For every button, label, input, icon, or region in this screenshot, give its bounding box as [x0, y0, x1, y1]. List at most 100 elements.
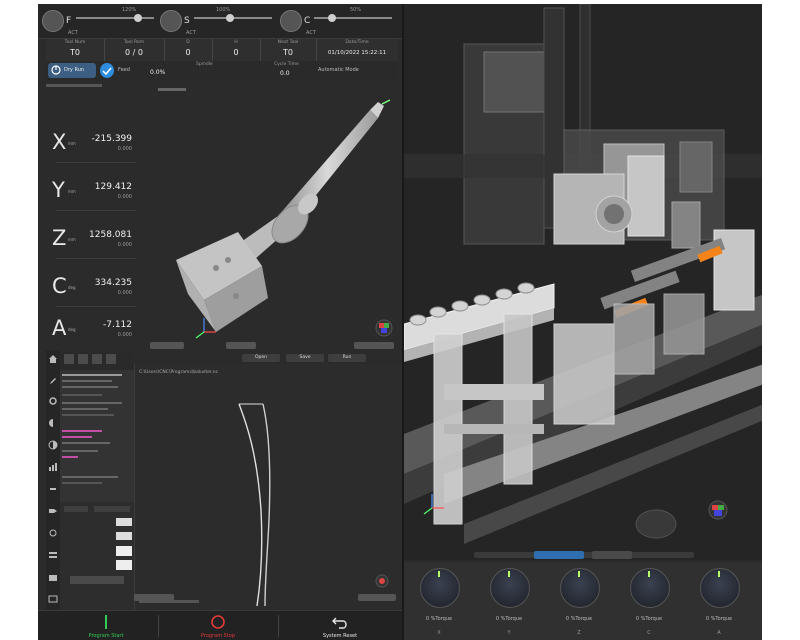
program-stop-button[interactable]: Program Stop — [178, 613, 258, 640]
system-reset-label: System Reset — [322, 633, 358, 639]
image-icon[interactable] — [48, 594, 58, 604]
contrast-icon[interactable] — [48, 440, 58, 450]
feed-override[interactable]: F 120% ACT — [42, 6, 158, 36]
feed-override-value: 120% — [122, 7, 137, 13]
override-bar: F 120% ACT S 100% ACT C 50% ACT — [38, 4, 402, 39]
axis-position: -215.399 — [91, 134, 132, 144]
system-reset-button[interactable]: System Reset — [300, 613, 380, 640]
spindle-slider-thumb[interactable] — [226, 14, 234, 22]
status-d: D 0 — [164, 39, 213, 61]
feed-knob-icon[interactable] — [42, 10, 64, 32]
part-3d-preview[interactable] — [138, 82, 402, 342]
file-browser-toolbar — [60, 350, 134, 370]
editor-tab-open[interactable]: Open — [242, 354, 280, 362]
parameter-form — [60, 502, 134, 610]
view-cube-icon[interactable] — [375, 319, 393, 337]
axis-unit: mm — [68, 189, 76, 194]
view-soft-button-3[interactable] — [354, 342, 394, 349]
torque-label: 0 %Torque — [425, 616, 453, 622]
status-row-2: Dry Run Feed 0.0% Spindle Cycle Time 0.0… — [46, 61, 398, 81]
form-field[interactable] — [116, 560, 132, 570]
axis-distance-to-go: 0.000 — [117, 194, 132, 200]
spindle-override[interactable]: S 100% ACT — [160, 6, 278, 36]
layers-icon[interactable] — [48, 550, 58, 560]
folder-nav-icon[interactable] — [64, 354, 74, 364]
edit-icon[interactable] — [48, 376, 58, 386]
torque-label: 0 %Torque — [495, 616, 523, 622]
view-cube-icon[interactable] — [708, 500, 728, 520]
torque-label: 0 %Torque — [635, 616, 663, 622]
simulation-timeline[interactable] — [474, 549, 694, 561]
toolpath-preview — [238, 403, 271, 607]
program-start-button[interactable]: Program Start — [66, 613, 146, 640]
stop-icon — [211, 615, 225, 629]
status-value: 0 — [233, 48, 239, 57]
chart-icon[interactable] — [48, 462, 58, 472]
gear-icon[interactable] — [48, 396, 58, 406]
dry-run-label: Dry Run — [64, 67, 85, 73]
coolant-knob-icon[interactable] — [280, 10, 302, 32]
axis-position: 334.235 — [94, 278, 132, 288]
speed-value: 0.0 — [280, 70, 290, 77]
axis-letter: X — [52, 130, 67, 154]
check-toggle[interactable] — [100, 63, 114, 78]
status-next-tool: Next Tool T0 — [260, 39, 317, 61]
status-h: H 0 — [212, 39, 261, 61]
machine-3d-view[interactable] — [404, 4, 762, 560]
torque-axis: C — [647, 630, 651, 636]
feed-slider-track[interactable] — [76, 17, 154, 19]
editor-soft-button-2[interactable] — [358, 594, 396, 601]
coolant-slider-thumb[interactable] — [328, 14, 336, 22]
axis-unit: deg — [68, 327, 76, 332]
timeline-selected-segment[interactable] — [534, 551, 584, 559]
editor-tab-save[interactable]: Save — [286, 354, 324, 362]
spindle-act-label: ACT — [186, 30, 196, 36]
record-icon[interactable] — [375, 574, 389, 588]
coolant-override[interactable]: C 50% ACT — [280, 6, 398, 36]
status-head: H — [234, 40, 238, 45]
gauge-dial-icon — [560, 568, 600, 608]
power-icon — [51, 65, 61, 75]
edit-nav-icon[interactable] — [92, 354, 102, 364]
editor-tab-run[interactable]: Run — [328, 354, 366, 362]
spindle-letter: S — [184, 16, 190, 26]
form-field[interactable] — [116, 518, 132, 526]
editor-file-path: C:\Users\CNC\Programs\baluster.nc — [139, 370, 219, 375]
feed-slider-thumb[interactable] — [134, 14, 142, 22]
coolant-slider-track[interactable] — [314, 17, 392, 19]
dry-run-toggle[interactable]: Dry Run — [48, 63, 96, 78]
axis-y-row: Y mm 129.412 0.000 — [46, 172, 138, 222]
axis-distance-to-go: 0.000 — [117, 146, 132, 152]
program-editor[interactable]: C:\Users\CNC\Programs\baluster.nc — [134, 364, 403, 610]
axis-distance-to-go: 0.000 — [117, 242, 132, 248]
check-icon — [102, 67, 112, 76]
status-tool-rem: Tool Rem 0 / 0 — [104, 39, 165, 61]
status-datetime: Date/Time 01/10/2022 15:22:11 — [316, 39, 398, 61]
control-panel: F 120% ACT S 100% ACT C 50% ACT Tool Num… — [38, 4, 403, 640]
axis-position: -7.112 — [102, 320, 132, 330]
feed-act-label: ACT — [68, 30, 78, 36]
coolant-act-label: ACT — [306, 30, 316, 36]
gauge-dial-icon — [420, 568, 460, 608]
form-field[interactable] — [116, 546, 132, 556]
axis-divider — [56, 210, 136, 211]
folder-icon[interactable] — [48, 572, 58, 582]
view-soft-button-1[interactable] — [150, 342, 184, 349]
editor-soft-button-1[interactable] — [134, 594, 174, 601]
spindle-knob-icon[interactable] — [160, 10, 182, 32]
form-field[interactable] — [116, 532, 132, 540]
half-circle-icon[interactable] — [48, 418, 58, 428]
torque-axis: Z — [577, 630, 581, 636]
tool-icon[interactable] — [48, 484, 58, 494]
tools-nav-icon[interactable] — [78, 354, 88, 364]
torque-gauge-a: 0 %Torque A — [692, 566, 746, 638]
axis-position: 1258.081 — [89, 230, 132, 240]
tag-icon[interactable] — [48, 506, 58, 516]
view-soft-button-2[interactable] — [226, 342, 256, 349]
network-icon[interactable] — [48, 528, 58, 538]
form-apply-button[interactable] — [70, 576, 124, 584]
home-icon[interactable] — [48, 354, 58, 364]
timeline-segment[interactable] — [592, 551, 632, 559]
search-nav-icon[interactable] — [106, 354, 116, 364]
torque-gauge-z: 0 %Torque Z — [552, 566, 606, 638]
